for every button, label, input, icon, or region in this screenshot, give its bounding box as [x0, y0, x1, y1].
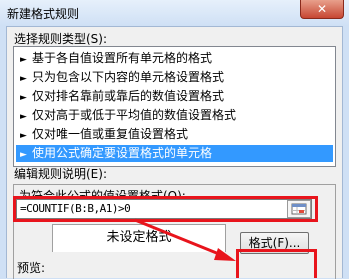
annotation-arrow-line: [134, 218, 225, 258]
annotation-arrow: [134, 218, 236, 261]
annotation-arrow-head: [214, 248, 236, 261]
